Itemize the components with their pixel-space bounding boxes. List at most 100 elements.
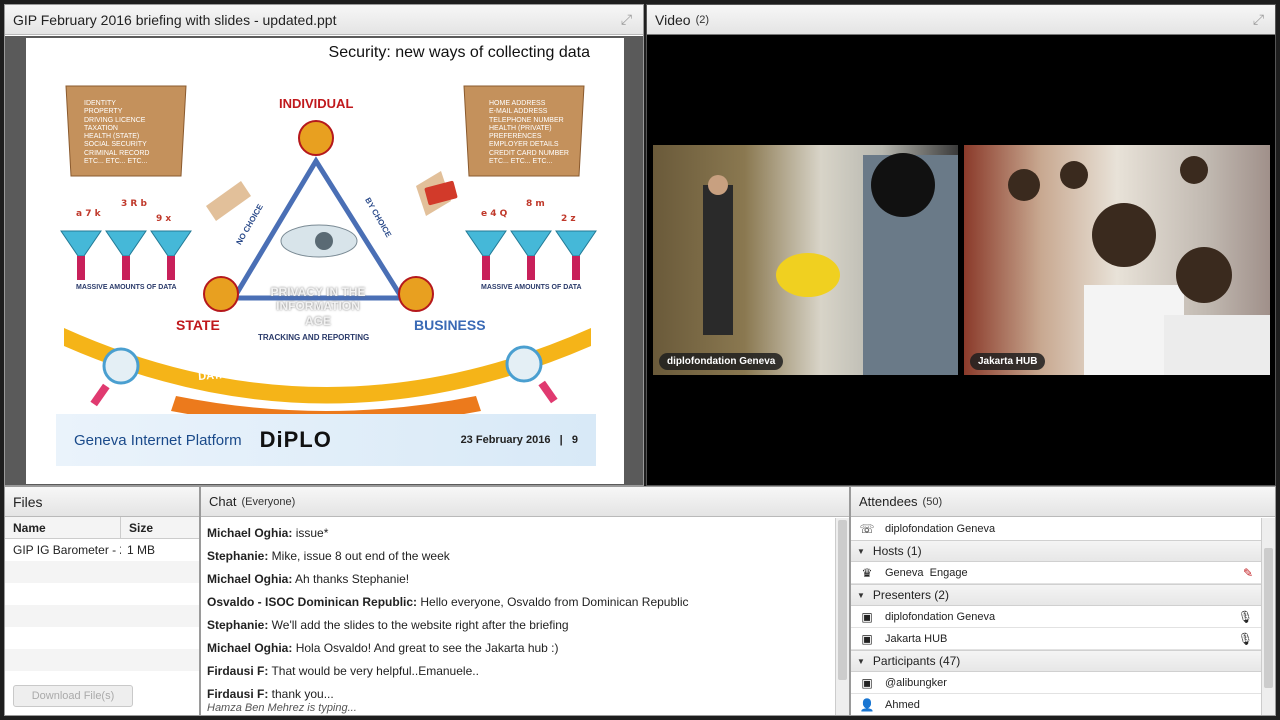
group-presenters[interactable]: ▼ Presenters (2) — [851, 584, 1261, 606]
left-box-item: IDENTITY — [84, 100, 116, 107]
attendee-row[interactable]: ♛ Geneva Engage ✎ — [851, 562, 1261, 584]
files-table-header: Name Size — [5, 517, 199, 539]
share-pod-header: GIP February 2016 briefing with slides -… — [5, 5, 643, 35]
svg-text:e 4 Q: e 4 Q — [481, 209, 508, 219]
attendee-name: Geneva Engage — [885, 566, 968, 579]
right-box-item: EMPLOYER DETAILS — [489, 141, 559, 149]
label-privacy: PRIVACY IN THE INFORMATION AGE — [270, 285, 366, 328]
label-massive-left: MASSIVE AMOUNTS OF DATA — [76, 284, 177, 291]
video-pod: Video (2) ⤢ diplofondation Geneva Jakart… — [646, 4, 1276, 486]
chat-pod-header: Chat (Everyone) — [201, 487, 849, 517]
video-feed-label: Jakarta HUB — [970, 353, 1046, 370]
chat-text: issue* — [292, 526, 329, 540]
file-row[interactable]: GIP IG Barometer - 2 1 MB — [5, 539, 199, 561]
chat-sender: Michael Oghia: — [207, 641, 293, 655]
right-box-item: PREFERENCES — [489, 133, 542, 141]
chat-scope[interactable]: (Everyone) — [241, 496, 295, 508]
chat-scrollbar[interactable] — [835, 518, 849, 715]
attendees-title: Attendees — [859, 494, 918, 509]
video-pod-header: Video (2) ⤢ — [647, 5, 1275, 35]
presenter-icon: ▣ — [861, 631, 873, 646]
left-box-item: DRIVING LICENCE — [84, 116, 146, 124]
attendee-row[interactable]: ▣ diplofondation Geneva 🎙 — [851, 606, 1261, 628]
label-tracking: TRACKING AND REPORTING — [258, 333, 370, 342]
chat-message: Stephanie: Mike, issue 8 out end of the … — [207, 545, 829, 568]
microphone-icon: 🎙 — [1237, 631, 1253, 646]
chat-message: Firdausi F: That would be very helpful..… — [207, 660, 829, 683]
slide-area: Security: new ways of collecting data a … — [5, 36, 643, 485]
left-box-item: TAXATION — [84, 124, 118, 132]
diplo-logo: DiPLO — [259, 427, 332, 452]
chat-message: Michael Oghia: Hola Osvaldo! And great t… — [207, 637, 829, 660]
attendee-name: @alibungker — [885, 676, 947, 689]
chat-scrollbar-thumb[interactable] — [838, 520, 847, 680]
label-massive-right: MASSIVE AMOUNTS OF DATA — [481, 284, 582, 291]
chat-message: Firdausi F: thank you... — [207, 686, 829, 702]
attendee-name: Jakarta HUB — [885, 632, 948, 645]
files-title: Files — [13, 493, 43, 510]
left-box-item: ETC... ETC... ETC... — [84, 158, 148, 166]
microphone-icon: 🎙 — [1237, 609, 1253, 624]
chat-sender: Stephanie: — [207, 549, 269, 563]
video-feed-jakarta[interactable]: Jakarta HUB — [964, 145, 1270, 375]
chat-text: thank you... — [268, 687, 334, 701]
attendee-row[interactable]: ▣ @alibungker — [851, 672, 1261, 694]
slide: Security: new ways of collecting data a … — [26, 38, 624, 484]
file-row-empty — [5, 605, 199, 627]
label-individual: INDIVIDUAL — [279, 96, 354, 111]
chat-sender: Michael Oghia: — [207, 572, 293, 586]
chat-text: Hola Osvaldo! And great to see the Jakar… — [292, 641, 559, 655]
attendees-scrollbar-thumb[interactable] — [1264, 548, 1273, 688]
participant-icon: ▣ — [861, 675, 873, 690]
attendees-list: ☏ diplofondation Geneva ▼ Hosts (1) ♛ Ge… — [851, 518, 1261, 715]
host-icon: ♛ — [861, 565, 873, 580]
group-label: Presenters (2) — [872, 588, 949, 602]
svg-text:9 x: 9 x — [156, 214, 171, 224]
slide-title: Security: new ways of collecting data — [328, 44, 590, 61]
fullscreen-icon[interactable]: ⤢ — [1250, 11, 1267, 28]
my-status-row[interactable]: ☏ diplofondation Geneva — [851, 518, 1261, 540]
svg-text:8 m: 8 m — [526, 199, 545, 209]
left-box-item: SOCIAL SECURITY — [84, 141, 147, 149]
svg-text:3 R b: 3 R b — [121, 199, 147, 209]
file-size: 1 MB — [127, 543, 156, 557]
files-pod-header: Files — [5, 487, 199, 517]
attendees-scrollbar[interactable] — [1261, 518, 1275, 715]
right-box-item: E-MAIL ADDRESS — [489, 108, 548, 116]
group-hosts[interactable]: ▼ Hosts (1) — [851, 540, 1261, 562]
attendee-name: Ahmed — [885, 698, 920, 711]
chat-message: Michael Oghia: issue* — [207, 522, 829, 545]
attendee-row[interactable]: 👤 Ahmed — [851, 694, 1261, 715]
chat-text: Mike, issue 8 out end of the week — [268, 549, 450, 563]
right-box-item: HOME ADDRESS — [489, 100, 546, 107]
label-business: BUSINESS — [414, 317, 486, 333]
fullscreen-icon[interactable]: ⤢ — [618, 11, 635, 28]
column-name[interactable]: Name — [5, 517, 121, 538]
mic-muted-icon: ✎ — [1242, 565, 1253, 580]
download-files-button[interactable]: Download File(s) — [13, 685, 133, 707]
group-label: Hosts (1) — [872, 544, 922, 558]
files-pod: Files Name Size GIP IG Barometer - 2 1 M… — [4, 486, 200, 716]
video-feed-geneva[interactable]: diplofondation Geneva — [653, 145, 958, 375]
attendees-pod: Attendees (50) ☏ diplofondation Geneva ▼… — [850, 486, 1276, 716]
left-box-item: HEALTH (STATE) — [84, 133, 140, 141]
group-participants[interactable]: ▼ Participants (47) — [851, 650, 1261, 672]
attendees-count: (50) — [922, 495, 943, 508]
file-row-empty — [5, 649, 199, 671]
right-box-item: TELEPHONE NUMBER — [489, 116, 564, 124]
file-name: GIP IG Barometer - 2 — [13, 543, 121, 557]
chat-text: That would be very helpful..Emanuele.. — [268, 664, 479, 678]
svg-text:2 z: 2 z — [561, 214, 576, 224]
share-pod: GIP February 2016 briefing with slides -… — [4, 4, 644, 486]
right-box-list: HOME ADDRESS E-MAIL ADDRESS TELEPHONE NU… — [489, 100, 569, 166]
attendee-row[interactable]: ▣ Jakarta HUB 🎙 — [851, 628, 1261, 650]
video-title: Video — [655, 11, 691, 28]
typing-indicator: Hamza Ben Mehrez is typing... — [207, 702, 357, 714]
label-state: STATE — [176, 317, 220, 333]
person-icon: 👤 — [859, 697, 875, 712]
attendees-pod-header: Attendees (50) — [851, 487, 1275, 517]
chat-sender: Firdausi F: — [207, 664, 269, 678]
attendee-name: diplofondation Geneva — [885, 610, 996, 623]
column-size[interactable]: Size — [121, 517, 199, 538]
video-scene-jakarta — [1008, 156, 1270, 375]
